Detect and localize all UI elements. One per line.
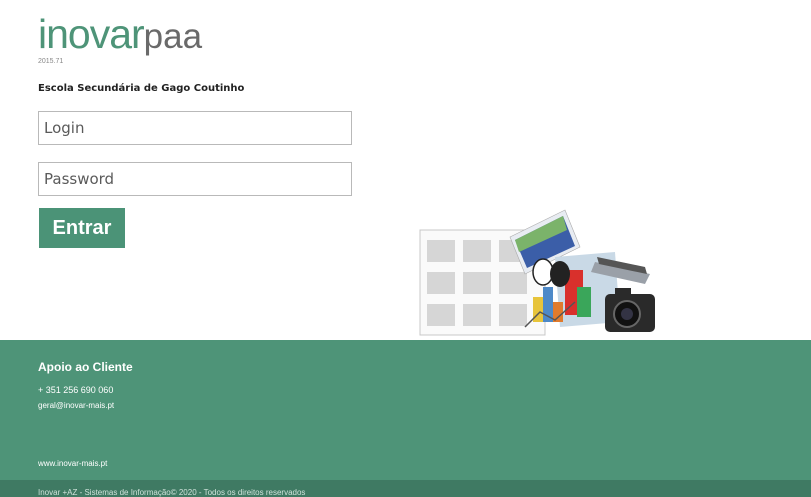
copyright-bar: Inovar +AZ - Sistemas de Informação© 202… (0, 480, 811, 497)
login-input[interactable] (38, 111, 352, 145)
logo-secondary: paa (143, 17, 203, 56)
camera-icon (605, 288, 655, 332)
logo-primary: inovar (38, 11, 145, 57)
footer: Apoio ao Cliente + 351 256 690 060 geral… (0, 340, 811, 480)
password-input[interactable] (38, 162, 352, 196)
logo-text: inovarpaa (38, 11, 202, 57)
support-email[interactable]: geral@inovar-mais.pt (38, 401, 114, 410)
app-logo: inovarpaa (38, 12, 202, 59)
website-link[interactable]: www.inovar-mais.pt (38, 459, 107, 468)
support-title: Apoio ao Cliente (38, 360, 133, 374)
version-label: 2015.71 (38, 58, 64, 65)
theater-masks-icon (532, 258, 570, 287)
copyright-text: Inovar +AZ - Sistemas de Informação© 202… (38, 488, 306, 497)
submit-button[interactable]: Entrar (39, 208, 125, 248)
decorative-illustration (419, 209, 655, 336)
school-name: Escola Secundária de Gago Coutinho (38, 83, 245, 94)
support-phone: + 351 256 690 060 (38, 385, 114, 395)
